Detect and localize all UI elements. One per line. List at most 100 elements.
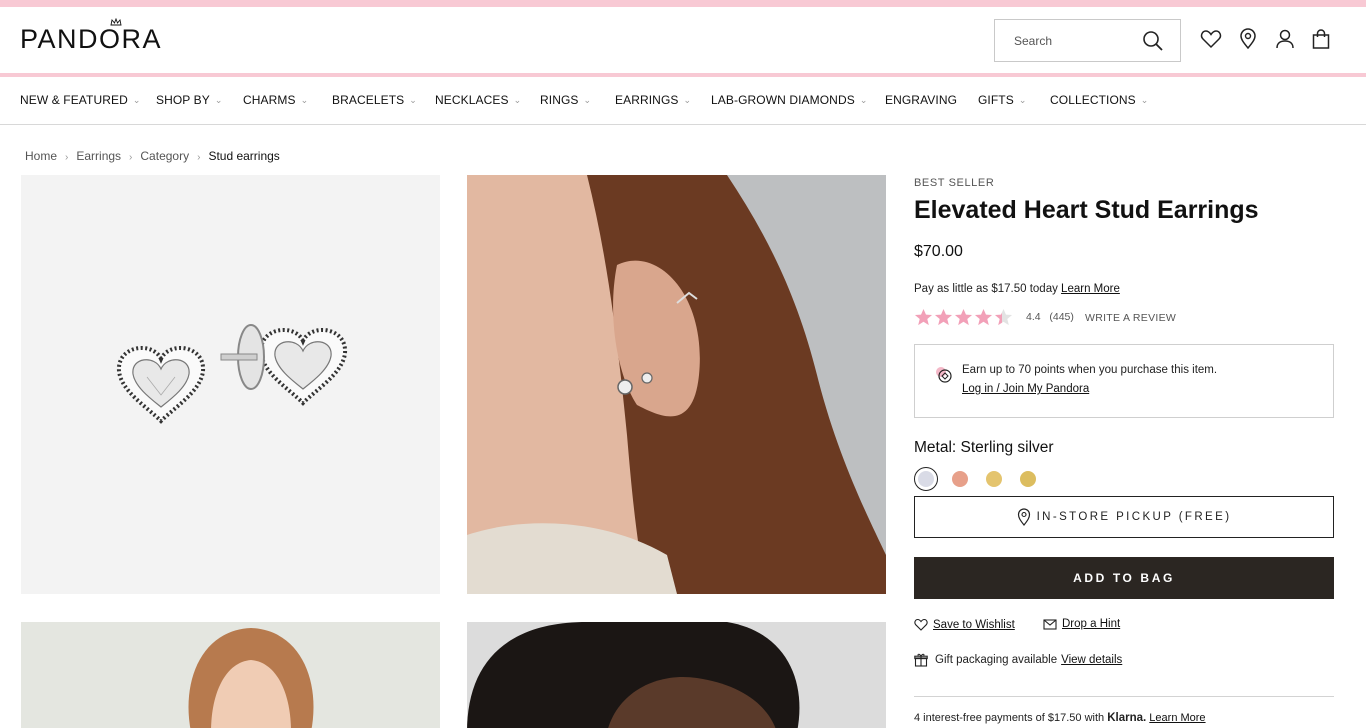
nav-rings[interactable]: RINGS ⌄ bbox=[540, 93, 591, 107]
metal-swatch-rose-gold[interactable] bbox=[948, 467, 972, 491]
chevron-down-icon: ⌄ bbox=[300, 95, 309, 105]
product-image-model[interactable] bbox=[467, 175, 886, 594]
nav-label: ENGRAVING bbox=[885, 93, 958, 107]
chevron-down-icon: ⌄ bbox=[583, 95, 592, 105]
model-photo bbox=[467, 175, 886, 594]
pandora-logo[interactable]: PANDORA bbox=[20, 24, 162, 55]
star-icon bbox=[954, 308, 973, 326]
metal-label: Metal: Sterling silver bbox=[914, 439, 1054, 456]
in-store-pickup-button[interactable]: IN-STORE PICKUP (FREE) bbox=[914, 496, 1334, 538]
metal-swatch-gold-plated[interactable] bbox=[1016, 467, 1040, 491]
star-rating[interactable] bbox=[914, 308, 1014, 327]
chevron-down-icon: ⌄ bbox=[513, 95, 522, 105]
nav-bracelets[interactable]: BRACELETS ⌄ bbox=[332, 93, 417, 107]
nav-label: COLLECTIONS bbox=[1050, 93, 1136, 107]
join-my-pandora-link[interactable]: Log in / Join My Pandora bbox=[962, 383, 1089, 395]
nav-shop-by[interactable]: SHOP BY ⌄ bbox=[156, 93, 223, 107]
pay-little-note: Pay as little as $17.50 today Learn More bbox=[914, 283, 1120, 295]
nav-necklaces[interactable]: NECKLACES ⌄ bbox=[435, 93, 521, 107]
divider bbox=[914, 696, 1334, 697]
rating-value: 4.4 (445) bbox=[1026, 311, 1074, 323]
product-image-main[interactable] bbox=[21, 175, 440, 594]
nav-label: GIFTS bbox=[978, 93, 1014, 107]
metal-swatches bbox=[914, 467, 1114, 493]
search-input[interactable] bbox=[995, 20, 1135, 61]
star-icon bbox=[934, 308, 953, 326]
hint-label: Drop a Hint bbox=[1062, 618, 1121, 630]
location-pin-icon[interactable] bbox=[1237, 28, 1259, 50]
chevron-down-icon: ⌄ bbox=[683, 95, 692, 105]
nav-lab-grown-diamonds[interactable]: LAB-GROWN DIAMONDS ⌄ bbox=[711, 93, 867, 107]
klarna-text: 4 interest-free payments of $17.50 with bbox=[914, 712, 1105, 724]
product-title: Elevated Heart Stud Earrings bbox=[914, 196, 1259, 224]
search-icon[interactable] bbox=[1142, 30, 1164, 52]
nav-charms[interactable]: CHARMS ⌄ bbox=[243, 93, 308, 107]
chevron-down-icon: ⌄ bbox=[132, 95, 141, 105]
gift-packaging-note: Gift packaging available View details bbox=[914, 653, 1122, 667]
nav-engraving[interactable]: ENGRAVING bbox=[885, 93, 957, 107]
nav-label: CHARMS bbox=[243, 93, 296, 107]
metal-swatch-gold[interactable] bbox=[982, 467, 1006, 491]
swatch-color bbox=[1020, 471, 1036, 487]
nav-new-featured[interactable]: NEW & FEATURED ⌄ bbox=[20, 93, 141, 107]
nav-label: NEW & FEATURED bbox=[20, 93, 128, 107]
best-seller-badge: BEST SELLER bbox=[914, 177, 995, 189]
nav-earrings[interactable]: EARRINGS ⌄ bbox=[615, 93, 691, 107]
swatch-color bbox=[952, 471, 968, 487]
product-price: $70.00 bbox=[914, 243, 963, 260]
chevron-down-icon: ⌄ bbox=[409, 95, 417, 105]
nav-label: SHOP BY bbox=[156, 93, 210, 107]
nav-label: BRACELETS bbox=[332, 93, 405, 107]
chevron-right-icon: › bbox=[65, 152, 69, 163]
breadcrumb: Home › Earrings › Category › Stud earrings bbox=[25, 149, 280, 163]
add-to-bag-button[interactable]: ADD TO BAG bbox=[914, 557, 1334, 599]
breadcrumb-current: Stud earrings bbox=[208, 149, 280, 163]
pay-little-text: Pay as little as $17.50 today bbox=[914, 283, 1058, 295]
gift-view-details-link[interactable]: View details bbox=[1061, 654, 1122, 666]
nav-collections[interactable]: COLLECTIONS ⌄ bbox=[1050, 93, 1148, 107]
chevron-right-icon: › bbox=[129, 152, 133, 163]
save-to-wishlist-link[interactable]: Save to Wishlist bbox=[914, 618, 1015, 631]
earrings-product-image bbox=[116, 324, 348, 424]
model-photo bbox=[467, 622, 886, 728]
pay-little-learn-more-link[interactable]: Learn More bbox=[1061, 283, 1120, 295]
search-box bbox=[994, 19, 1181, 62]
chevron-down-icon: ⌄ bbox=[859, 95, 868, 105]
klarna-learn-more-link[interactable]: Learn More bbox=[1149, 712, 1205, 724]
rating-score: 4.4 bbox=[1026, 311, 1041, 323]
heart-icon[interactable] bbox=[1200, 28, 1222, 50]
klarna-note: 4 interest-free payments of $17.50 with … bbox=[914, 712, 1206, 724]
rating-row: 4.4 (445) WRITE A REVIEW bbox=[914, 308, 1334, 328]
nav-label: EARRINGS bbox=[615, 93, 679, 107]
model-photo bbox=[21, 622, 440, 728]
gift-icon bbox=[914, 653, 928, 667]
loyalty-badge-icon bbox=[936, 367, 952, 383]
wishlist-label: Save to Wishlist bbox=[933, 618, 1015, 631]
rating-count: (445) bbox=[1049, 311, 1074, 323]
product-image-model-3[interactable] bbox=[467, 622, 886, 728]
swatch-color bbox=[986, 471, 1002, 487]
envelope-icon bbox=[1043, 618, 1057, 630]
nav-label: LAB-GROWN DIAMONDS bbox=[711, 93, 855, 107]
drop-a-hint-link[interactable]: Drop a Hint bbox=[1043, 618, 1120, 630]
breadcrumb-category[interactable]: Category bbox=[140, 149, 189, 163]
swatch-color bbox=[918, 471, 934, 487]
star-icon bbox=[974, 308, 993, 326]
location-pin-icon bbox=[1017, 508, 1030, 526]
breadcrumb-home[interactable]: Home bbox=[25, 149, 57, 163]
account-icon[interactable] bbox=[1274, 28, 1296, 50]
nav-label: NECKLACES bbox=[435, 93, 509, 107]
nav-gifts[interactable]: GIFTS ⌄ bbox=[978, 93, 1027, 107]
breadcrumb-earrings[interactable]: Earrings bbox=[76, 149, 121, 163]
bag-icon[interactable] bbox=[1310, 28, 1332, 50]
pickup-label: IN-STORE PICKUP (FREE) bbox=[1036, 511, 1232, 523]
gift-text: Gift packaging available bbox=[935, 654, 1058, 666]
metal-swatch-sterling-silver[interactable] bbox=[914, 467, 938, 491]
site-header: PANDORA bbox=[0, 7, 1366, 73]
promo-strip bbox=[0, 0, 1366, 7]
chevron-down-icon: ⌄ bbox=[1018, 95, 1027, 105]
klarna-logo: Klarna. bbox=[1107, 712, 1147, 724]
write-review-link[interactable]: WRITE A REVIEW bbox=[1085, 312, 1176, 324]
main-nav: NEW & FEATURED ⌄ SHOP BY ⌄ CHARMS ⌄ BRACELE… bbox=[0, 77, 1366, 125]
product-image-model-2[interactable] bbox=[21, 622, 440, 728]
